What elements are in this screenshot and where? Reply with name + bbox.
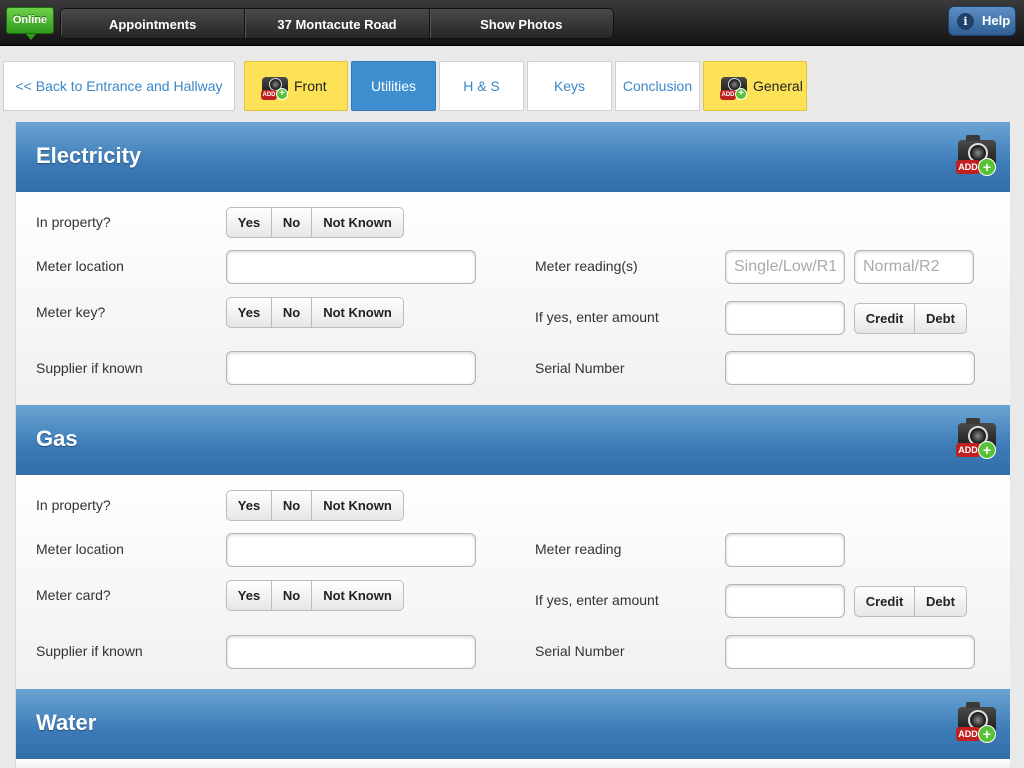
section-title: Gas: [36, 426, 78, 451]
meter-location-label: Meter location: [36, 258, 124, 274]
supplier-label: Supplier if known: [36, 360, 143, 376]
meter-readings-label: Meter reading(s): [535, 258, 638, 274]
tab-front-label: Front: [294, 78, 327, 94]
not-known-option[interactable]: Not Known: [312, 491, 403, 520]
amount-input[interactable]: [725, 301, 845, 335]
amount-input[interactable]: [725, 584, 845, 618]
not-known-option[interactable]: Not Known: [312, 298, 403, 327]
meter-card-selector: Yes No Not Known: [226, 580, 404, 611]
no-option[interactable]: No: [272, 298, 312, 327]
no-option[interactable]: No: [272, 208, 312, 237]
tab-general-label: General: [753, 78, 803, 94]
not-known-option[interactable]: Not Known: [312, 581, 403, 610]
yes-option[interactable]: Yes: [227, 581, 272, 610]
tab-conclusion[interactable]: Conclusion: [615, 61, 700, 111]
add-photo-camera-icon[interactable]: ADD +: [956, 701, 998, 745]
add-photo-camera-icon[interactable]: ADD +: [956, 134, 998, 178]
section-title: Water: [36, 710, 97, 735]
no-option[interactable]: No: [272, 581, 312, 610]
meter-reading-2-input[interactable]: [854, 250, 974, 284]
section-tabs: << Back to Entrance and Hallway ADD + Fro…: [0, 46, 1024, 122]
electricity-header: Electricity ADD +: [16, 122, 1010, 192]
meter-key-label: Meter key?: [36, 304, 106, 320]
tab-general[interactable]: ADD + General: [703, 61, 807, 111]
serial-number-input[interactable]: [725, 635, 975, 669]
help-label: Help: [982, 13, 1011, 28]
meter-reading-1-input[interactable]: [725, 250, 845, 284]
electricity-fields: In property? Yes No Not Known Meter loca…: [16, 192, 1010, 405]
tab-front[interactable]: ADD + Front: [244, 61, 348, 111]
meter-location-input[interactable]: [226, 250, 476, 284]
water-fields: [16, 759, 1010, 768]
no-option[interactable]: No: [272, 491, 312, 520]
meter-reading-label: Meter reading: [535, 541, 622, 557]
credit-option[interactable]: Credit: [855, 304, 915, 333]
yes-option[interactable]: Yes: [227, 298, 272, 327]
gas-header: Gas ADD +: [16, 405, 1010, 475]
serial-number-label: Serial Number: [535, 643, 625, 659]
add-photo-camera-icon[interactable]: ADD +: [956, 417, 998, 461]
if-yes-amount-label: If yes, enter amount: [535, 592, 659, 608]
meter-location-input[interactable]: [226, 533, 476, 567]
info-icon: i: [957, 13, 974, 30]
credit-debt-selector: Credit Debt: [854, 586, 967, 617]
in-property-label: In property?: [36, 214, 111, 230]
debt-option[interactable]: Debt: [915, 587, 966, 616]
appointments-button[interactable]: Appointments: [61, 9, 246, 38]
in-property-label: In property?: [36, 497, 111, 513]
yes-option[interactable]: Yes: [227, 491, 272, 520]
debt-option[interactable]: Debt: [915, 304, 966, 333]
supplier-input[interactable]: [226, 635, 476, 669]
gas-fields: In property? Yes No Not Known Meter loca…: [16, 475, 1010, 689]
meter-key-selector: Yes No Not Known: [226, 297, 404, 328]
serial-number-input[interactable]: [725, 351, 975, 385]
credit-option[interactable]: Credit: [855, 587, 915, 616]
meter-card-label: Meter card?: [36, 587, 111, 603]
add-photo-icon: ADD +: [720, 73, 748, 101]
tab-utilities[interactable]: Utilities: [351, 61, 436, 111]
supplier-input[interactable]: [226, 351, 476, 385]
in-property-selector: Yes No Not Known: [226, 490, 404, 521]
meter-reading-input[interactable]: [725, 533, 845, 567]
section-title: Electricity: [36, 143, 142, 168]
yes-option[interactable]: Yes: [227, 208, 272, 237]
meter-location-label: Meter location: [36, 541, 124, 557]
top-bar: Online Appointments 37 Montacute Road Sh…: [0, 0, 1024, 46]
serial-number-label: Serial Number: [535, 360, 625, 376]
property-address-button[interactable]: 37 Montacute Road: [245, 9, 430, 38]
in-property-selector: Yes No Not Known: [226, 207, 404, 238]
add-photo-icon: ADD +: [261, 73, 289, 101]
utilities-form: Electricity ADD + In property? Yes No Not…: [15, 122, 1010, 768]
if-yes-amount-label: If yes, enter amount: [535, 309, 659, 325]
tab-keys[interactable]: Keys: [527, 61, 612, 111]
tab-hs[interactable]: H & S: [439, 61, 524, 111]
credit-debt-selector: Credit Debt: [854, 303, 967, 334]
not-known-option[interactable]: Not Known: [312, 208, 403, 237]
top-nav: Appointments 37 Montacute Road Show Phot…: [60, 8, 614, 39]
show-photos-button[interactable]: Show Photos: [430, 9, 613, 38]
help-button[interactable]: i Help: [948, 6, 1016, 36]
back-button[interactable]: << Back to Entrance and Hallway: [3, 61, 235, 111]
online-status-badge[interactable]: Online: [6, 7, 54, 40]
water-header: Water ADD +: [16, 689, 1010, 759]
supplier-label: Supplier if known: [36, 643, 143, 659]
